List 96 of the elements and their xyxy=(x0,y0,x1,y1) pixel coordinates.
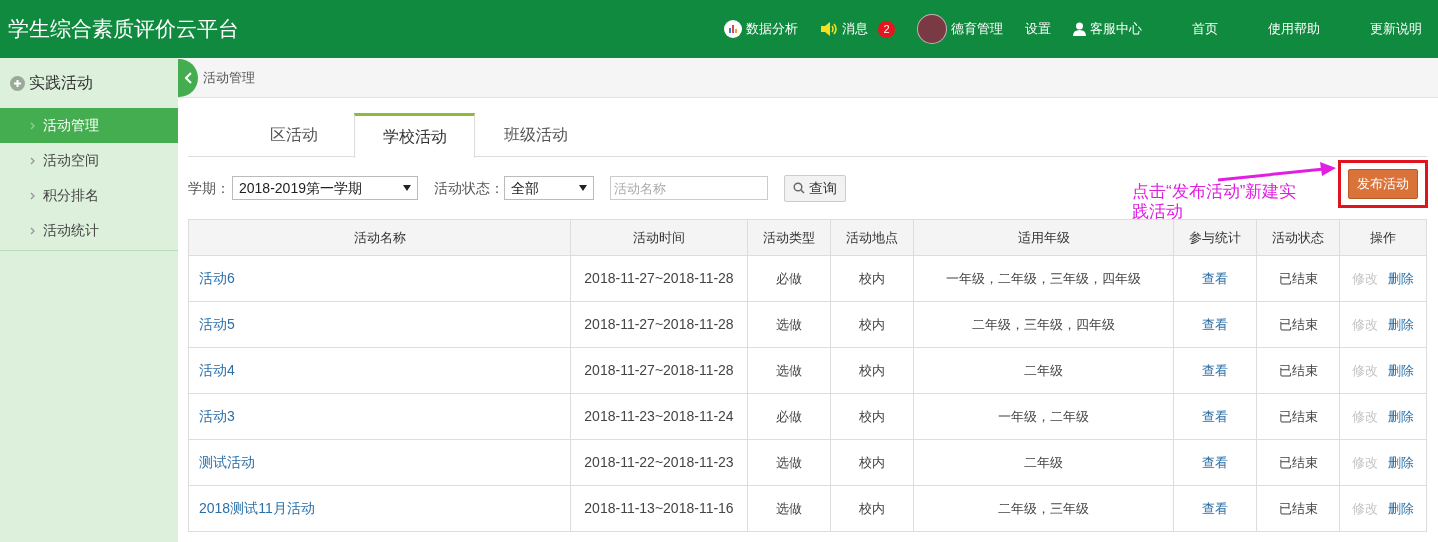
sidebar-item[interactable]: 积分排名 xyxy=(0,178,178,213)
action-link[interactable]: 删除 xyxy=(1388,498,1414,519)
table-cell: 一年级，二年级 xyxy=(913,393,1174,440)
chevron-left-icon xyxy=(184,71,192,84)
column-header: 活动名称 xyxy=(188,219,571,256)
chevron-icon xyxy=(30,191,35,200)
section-title: 实践活动 xyxy=(29,73,93,93)
view-link[interactable]: 查看 xyxy=(1202,270,1228,286)
table-cell: 选做 xyxy=(747,439,831,486)
app-title: 学生综合素质评价云平台 xyxy=(8,16,239,43)
view-link[interactable]: 查看 xyxy=(1202,362,1228,378)
table-cell: 一年级，二年级，三年级，四年级 xyxy=(913,255,1174,302)
table-cell: 2018-11-13~2018-11-16 xyxy=(570,485,748,532)
nav-link[interactable]: 设置 xyxy=(1025,19,1051,39)
status-select[interactable]: 全部 xyxy=(504,176,594,200)
table-cell: 已结束 xyxy=(1256,393,1340,440)
collapse-button[interactable] xyxy=(178,58,198,97)
activity-link[interactable]: 2018测试11月活动 xyxy=(199,500,315,516)
chevron-icon xyxy=(30,156,35,165)
activity-link[interactable]: 活动4 xyxy=(199,362,235,378)
action-link[interactable]: 删除 xyxy=(1388,314,1414,335)
annotation-text: 点击“发布活动”新建实践活动 xyxy=(1132,182,1298,222)
activity-link[interactable]: 活动3 xyxy=(199,408,235,424)
count-badge: 2 xyxy=(878,20,895,38)
view-link[interactable]: 查看 xyxy=(1202,316,1228,332)
column-header: 操作 xyxy=(1339,219,1427,256)
view-link[interactable]: 查看 xyxy=(1202,408,1228,424)
filter-label: 学期： xyxy=(188,178,230,198)
table-cell: 二年级，三年级，四年级 xyxy=(913,301,1174,348)
table-cell: 选做 xyxy=(747,347,831,394)
table-cell: 校内 xyxy=(830,393,914,440)
table-cell: 校内 xyxy=(830,301,914,348)
table-cell: 校内 xyxy=(830,439,914,486)
breadcrumb-text: 活动管理 xyxy=(203,68,255,87)
dropdown-arrow-icon xyxy=(403,185,411,191)
tab[interactable]: 学校活动 xyxy=(354,113,475,158)
table-cell: 2018-11-27~2018-11-28 xyxy=(570,347,748,394)
column-header: 参与统计 xyxy=(1173,219,1257,256)
table-cell: 2018-11-27~2018-11-28 xyxy=(570,301,748,348)
nav-link[interactable]: 客服中心 xyxy=(1073,19,1142,39)
nav-link[interactable]: 首页 xyxy=(1192,19,1218,39)
view-link[interactable]: 查看 xyxy=(1202,454,1228,470)
table-cell: 校内 xyxy=(830,485,914,532)
user-icon xyxy=(1073,22,1086,36)
column-header: 活动状态 xyxy=(1256,219,1340,256)
query-button[interactable]: 查询 xyxy=(784,174,846,202)
nav-link[interactable]: 消息 2 xyxy=(820,19,895,39)
nav-link[interactable]: 德育管理 xyxy=(917,14,1003,44)
plus-circle-icon xyxy=(10,75,25,91)
tab[interactable]: 班级活动 xyxy=(475,113,596,156)
table-cell: 2018-11-23~2018-11-24 xyxy=(570,393,748,440)
chevron-icon xyxy=(30,226,35,235)
table-cell: 二年级，三年级 xyxy=(913,485,1174,532)
table-cell: 2018-11-22~2018-11-23 xyxy=(570,439,748,486)
table-cell: 已结束 xyxy=(1256,439,1340,486)
table-cell: 必做 xyxy=(747,393,831,440)
bar-chart-icon xyxy=(724,20,742,38)
table-cell: 已结束 xyxy=(1256,301,1340,348)
table-cell: 必做 xyxy=(747,255,831,302)
table-cell: 已结束 xyxy=(1256,485,1340,532)
filter-label: 活动状态： xyxy=(434,178,504,198)
chevron-icon xyxy=(30,121,35,130)
sidebar-item[interactable]: 活动空间 xyxy=(0,143,178,178)
search-field[interactable]: 活动名称 xyxy=(610,176,768,200)
avatar-icon[interactable] xyxy=(917,14,947,44)
table-cell: 二年级 xyxy=(913,347,1174,394)
term-select[interactable]: 2018-2019第一学期 xyxy=(232,176,418,200)
publish-button[interactable]: 发布活动 xyxy=(1348,169,1418,199)
column-header: 活动类型 xyxy=(747,219,831,256)
table-cell: 二年级 xyxy=(913,439,1174,486)
activity-link[interactable]: 活动6 xyxy=(199,270,235,286)
action-link[interactable]: 删除 xyxy=(1388,360,1414,381)
tab[interactable]: 区活动 xyxy=(233,113,354,156)
table-cell: 已结束 xyxy=(1256,347,1340,394)
action-link[interactable]: 删除 xyxy=(1388,406,1414,427)
column-header: 活动时间 xyxy=(570,219,748,256)
nav-link[interactable]: 使用帮助 xyxy=(1268,19,1320,39)
sidebar-item[interactable]: 活动统计 xyxy=(0,213,178,248)
table-cell: 选做 xyxy=(747,301,831,348)
table-cell: 校内 xyxy=(830,347,914,394)
action-link[interactable]: 删除 xyxy=(1388,452,1414,473)
column-header: 活动地点 xyxy=(830,219,914,256)
nav-link[interactable]: 数据分析 xyxy=(724,19,798,39)
column-header: 适用年级 xyxy=(913,219,1174,256)
dropdown-arrow-icon xyxy=(579,185,587,191)
search-icon xyxy=(793,182,805,194)
table-cell: 已结束 xyxy=(1256,255,1340,302)
table-cell: 2018-11-27~2018-11-28 xyxy=(570,255,748,302)
view-link[interactable]: 查看 xyxy=(1202,500,1228,516)
activity-link[interactable]: 活动5 xyxy=(199,316,235,332)
speaker-icon xyxy=(820,21,838,37)
nav-link[interactable]: 更新说明 xyxy=(1370,19,1422,39)
table-cell: 校内 xyxy=(830,255,914,302)
table-cell: 选做 xyxy=(747,485,831,532)
activity-link[interactable]: 测试活动 xyxy=(199,454,255,470)
action-link[interactable]: 删除 xyxy=(1388,268,1414,289)
